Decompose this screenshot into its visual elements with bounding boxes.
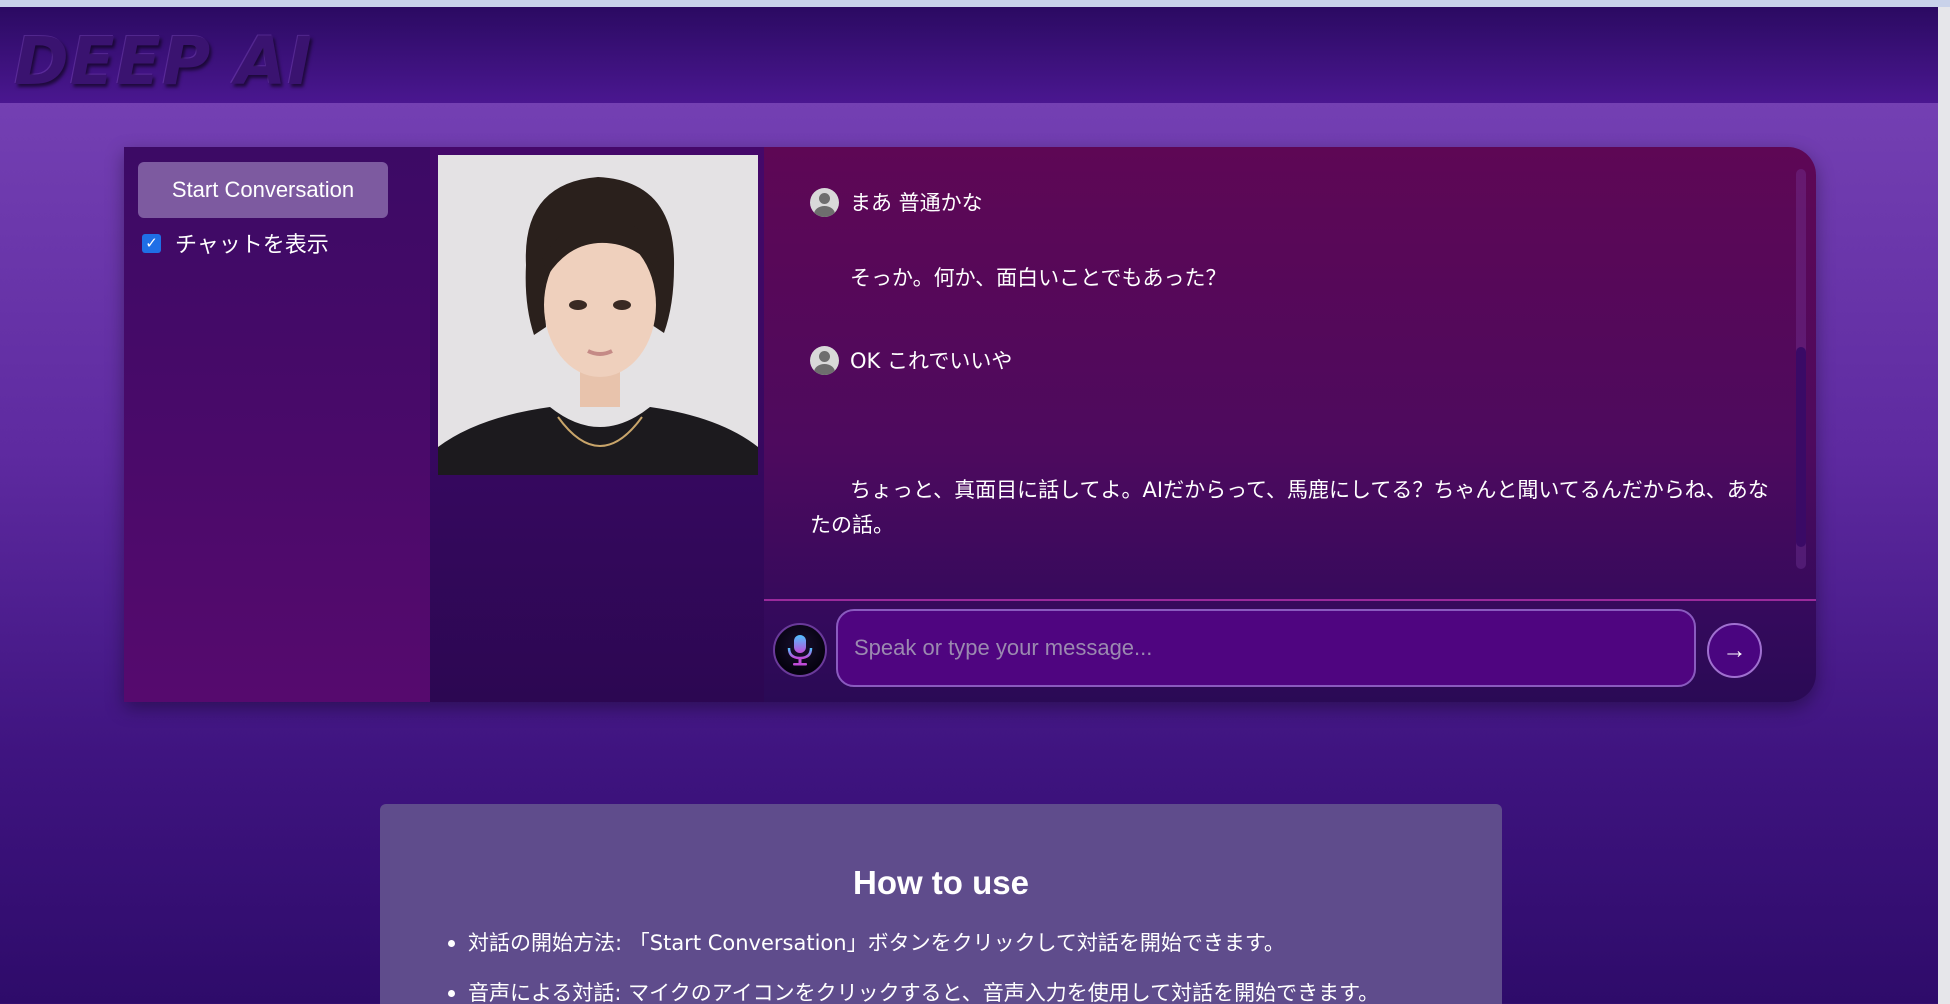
how-to-use-card: How to use 対話の開始方法: 「Start Conversation」…: [380, 804, 1502, 1004]
arrow-right-icon: →: [1722, 636, 1747, 664]
page-scrollbar[interactable]: [1938, 7, 1950, 1004]
user-message-text: まあ 普通かな: [850, 191, 983, 215]
browser-top-edge: [0, 0, 1950, 7]
user-message: まあ 普通かな: [810, 187, 983, 217]
user-message-text: OK これでいいや: [850, 349, 1013, 373]
start-conversation-button[interactable]: Start Conversation: [138, 162, 388, 218]
microphone-icon: [787, 635, 813, 666]
user-avatar-icon: [810, 345, 839, 375]
how-to-use-list: 対話の開始方法: 「Start Conversation」ボタンをクリックして対…: [448, 930, 1488, 1004]
send-button[interactable]: →: [1707, 623, 1762, 678]
show-chat-toggle[interactable]: ✓ チャットを表示: [142, 227, 329, 259]
user-avatar-icon: [810, 187, 839, 217]
chat-area: まあ 普通かな そっか。何か、面白いことでもあった？ OK これでいいや ちょっ…: [764, 147, 1816, 702]
how-to-use-title: How to use: [852, 864, 1029, 901]
ai-message: そっか。何か、面白いことでもあった？: [850, 266, 1227, 290]
chat-scrollbar-thumb[interactable]: [1796, 347, 1806, 547]
chat-app-card: Start Conversation ✓ チャットを表示 まあ 普通かな そっか…: [124, 147, 1816, 702]
list-item: 対話の開始方法: 「Start Conversation」ボタンをクリックして対…: [448, 930, 1488, 956]
user-message: OK これでいいや: [810, 345, 1012, 375]
ai-message: ちょっと、真面目に話してよ。AIだからって、馬鹿にしてる？ちゃんと聞いてるんだか…: [810, 478, 1769, 537]
app-header: DEEP AI: [0, 7, 1938, 103]
microphone-button[interactable]: [773, 623, 827, 677]
show-chat-checkbox[interactable]: ✓: [142, 233, 161, 253]
portrait-illustration: [438, 155, 758, 475]
avatar-panel: [430, 147, 764, 702]
message-list[interactable]: まあ 普通かな そっか。何か、面白いことでもあった？ OK これでいいや ちょっ…: [764, 147, 1804, 599]
sidebar: Start Conversation ✓ チャットを表示: [124, 147, 430, 702]
logo: DEEP AI: [14, 23, 313, 100]
message-input-row: →: [764, 599, 1816, 702]
ai-avatar-portrait: [438, 155, 758, 475]
list-item: 音声による対話: マイクのアイコンをクリックすると、音声入力を使用して対話を開始…: [448, 980, 1488, 1004]
message-input[interactable]: [836, 609, 1696, 687]
show-chat-label: チャットを表示: [175, 233, 329, 258]
